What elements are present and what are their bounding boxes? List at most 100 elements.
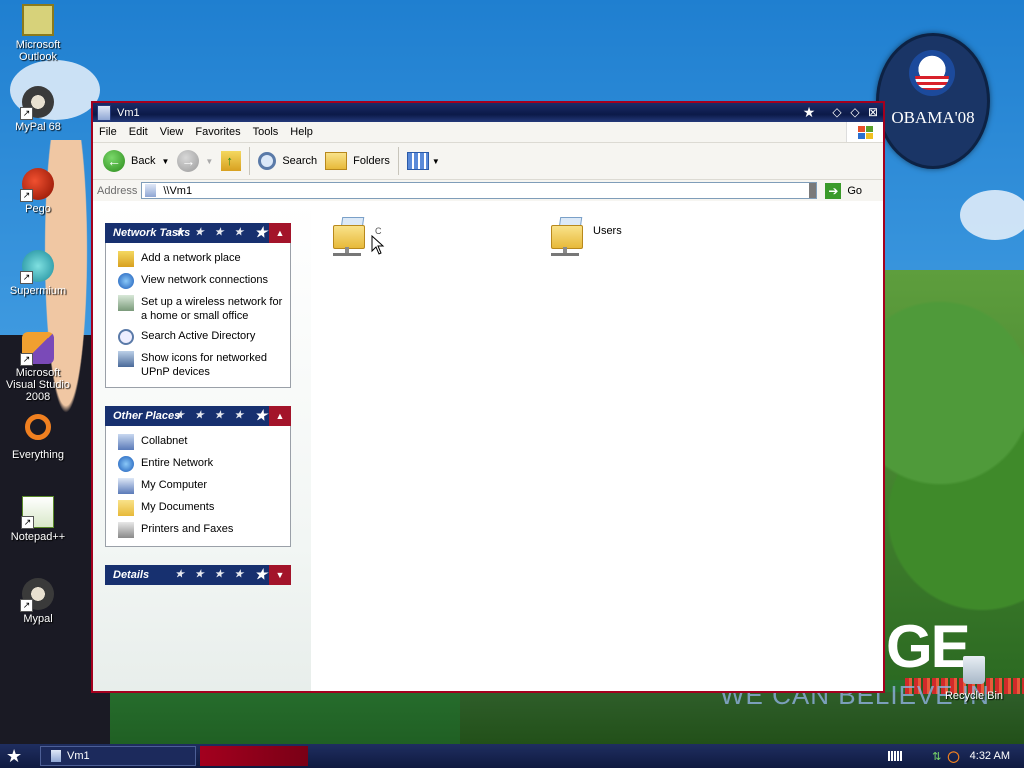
address-dropdown-button[interactable] [809,183,817,198]
back-button[interactable]: ← Back ▼ [99,146,173,176]
mypal-raccoon-icon [20,578,54,612]
task-add-network-place[interactable]: Add a network place [118,251,290,267]
address-bar: Address \\Vm1 ➔ Go [93,180,883,202]
place-my-computer[interactable]: My Computer [118,478,290,494]
shared-folder-icon [331,215,365,256]
windows-logo-icon [846,122,883,142]
go-arrow-icon: ➔ [825,182,842,199]
explorer-window[interactable]: Vm1 ★ ◇ ◇ ⊠ File Edit View Favorites Too… [91,101,885,693]
desktop-icon-visual-studio[interactable]: Microsoft Visual Studio 2008 [0,332,76,403]
forward-button[interactable]: → ▼ [173,146,217,176]
desktop-icon-outlook[interactable]: Microsoft Outlook [0,4,76,63]
star-icon: ★ [254,224,267,240]
notepadpp-icon [21,496,54,529]
search-button[interactable]: Search [254,146,321,176]
desktop-icon-recycle-bin[interactable]: Recycle Bin [936,656,1012,702]
mypal-raccoon-icon [20,86,54,120]
place-my-documents[interactable]: My Documents [118,500,290,516]
maximize-button[interactable]: ◇ [847,104,863,120]
desktop-icon-mypal[interactable]: Mypal [0,578,76,625]
go-button[interactable]: ➔ Go [825,182,862,199]
everything-tray-icon[interactable]: ◯ [947,750,959,763]
network-tasks-header[interactable]: Network Tasks ★ ★ ★ ★ ★ ▲ [105,223,291,243]
collapse-arrow-icon[interactable]: ▲ [269,223,291,243]
other-places-header[interactable]: Other Places ★ ★ ★ ★ ★ ▲ [105,406,291,426]
menu-help[interactable]: Help [284,126,319,138]
place-label: Entire Network [141,457,214,469]
views-button[interactable]: ▼ [403,146,444,176]
network-tray-icon[interactable]: ⇅ [932,750,941,763]
task-label: Set up a wireless network for a home or … [141,296,283,322]
task-label: Search Active Directory [141,330,256,342]
menu-favorites[interactable]: Favorites [189,126,246,138]
file-view: C Users [311,201,883,691]
desktop-icon-label: Recycle Bin [944,690,1004,702]
toolbar-separator [249,147,251,175]
address-label: Address [97,184,138,197]
desktop-icon-everything[interactable]: Everything [0,414,76,461]
details-header[interactable]: Details ★ ★ ★ ★ ★ ▼ [105,565,291,585]
taskbar-decoration [200,746,308,766]
other-places-panel: Other Places ★ ★ ★ ★ ★ ▲ Collabnet Entir… [105,406,291,547]
chevron-down-icon: ▼ [161,156,170,166]
collapse-arrow-icon[interactable]: ▲ [269,406,291,426]
search-icon [258,152,277,170]
upnp-devices-icon [118,351,134,367]
expand-arrow-icon[interactable]: ▼ [269,565,291,585]
task-setup-wireless[interactable]: Set up a wireless network for a home or … [118,295,290,323]
desktop-icon-mypal68[interactable]: MyPal 68 [0,86,76,133]
share-item-users[interactable]: Users [549,215,622,256]
up-button[interactable]: ↑ [217,146,245,176]
window-controls: ★ ◇ ◇ ⊠ [801,104,881,120]
folders-icon [325,152,348,170]
taskbar: ★ Vm1 ⇅ ◯ 4:32 AM [0,744,1024,768]
close-button[interactable]: ⊠ [865,104,881,120]
other-places-list: Collabnet Entire Network My Computer My … [105,426,291,547]
place-printers-faxes[interactable]: Printers and Faxes [118,522,290,538]
taskbar-button-vm1[interactable]: Vm1 [40,746,196,766]
network-computers-icon [118,434,134,450]
menu-view[interactable]: View [154,126,190,138]
menu-edit[interactable]: Edit [123,126,154,138]
globe-icon [118,456,134,472]
menu-tools[interactable]: Tools [247,126,285,138]
my-computer-icon [118,478,134,494]
panel-title: Other Places [113,410,181,422]
desktop-icon-label: Everything [12,449,64,461]
desktop-icon-label: Mypal [23,613,53,625]
task-pane: Network Tasks ★ ★ ★ ★ ★ ▲ Add a network … [93,201,311,691]
taskbar-button-label: Vm1 [67,750,90,762]
task-view-network-connections[interactable]: View network connections [118,273,290,289]
desktop-icon-pego[interactable]: Pego [0,168,76,215]
task-show-upnp[interactable]: Show icons for networked UPnP devices [118,351,290,379]
folders-button[interactable]: Folders [321,146,394,176]
window-icon [51,750,61,762]
toolbar: ← Back ▼ → ▼ ↑ Search Folders ▼ [93,143,883,180]
views-icon [406,152,429,170]
task-label: View network connections [141,274,268,286]
wallpaper-cloud [960,190,1024,240]
place-label: Printers and Faxes [141,523,234,535]
desktop-icon-notepadpp[interactable]: Notepad++ [0,496,76,543]
search-directory-icon [118,329,134,345]
share-label: Users [593,225,622,237]
menu-file[interactable]: File [93,126,123,138]
keyboard-icon[interactable] [888,751,903,761]
desktop-icon-supermium[interactable]: Supermium [0,250,76,297]
address-input[interactable]: \\Vm1 [141,182,818,199]
minimize-button[interactable]: ◇ [829,104,845,120]
task-search-active-directory[interactable]: Search Active Directory [118,329,290,345]
forward-arrow-icon: → [177,150,200,172]
place-collabnet[interactable]: Collabnet [118,434,290,450]
start-button[interactable]: ★ [6,746,22,766]
system-tray: ⇅ ◯ 4:32 AM [888,744,1024,768]
my-documents-icon [118,500,134,516]
outlook-icon [22,4,54,36]
title-bar[interactable]: Vm1 ★ ◇ ◇ ⊠ [93,103,883,122]
computer-icon [145,184,157,197]
add-network-place-icon [118,251,134,267]
supermium-icon [20,250,54,284]
place-entire-network[interactable]: Entire Network [118,456,290,472]
clock[interactable]: 4:32 AM [970,750,1010,762]
menu-bar: File Edit View Favorites Tools Help [93,122,883,143]
